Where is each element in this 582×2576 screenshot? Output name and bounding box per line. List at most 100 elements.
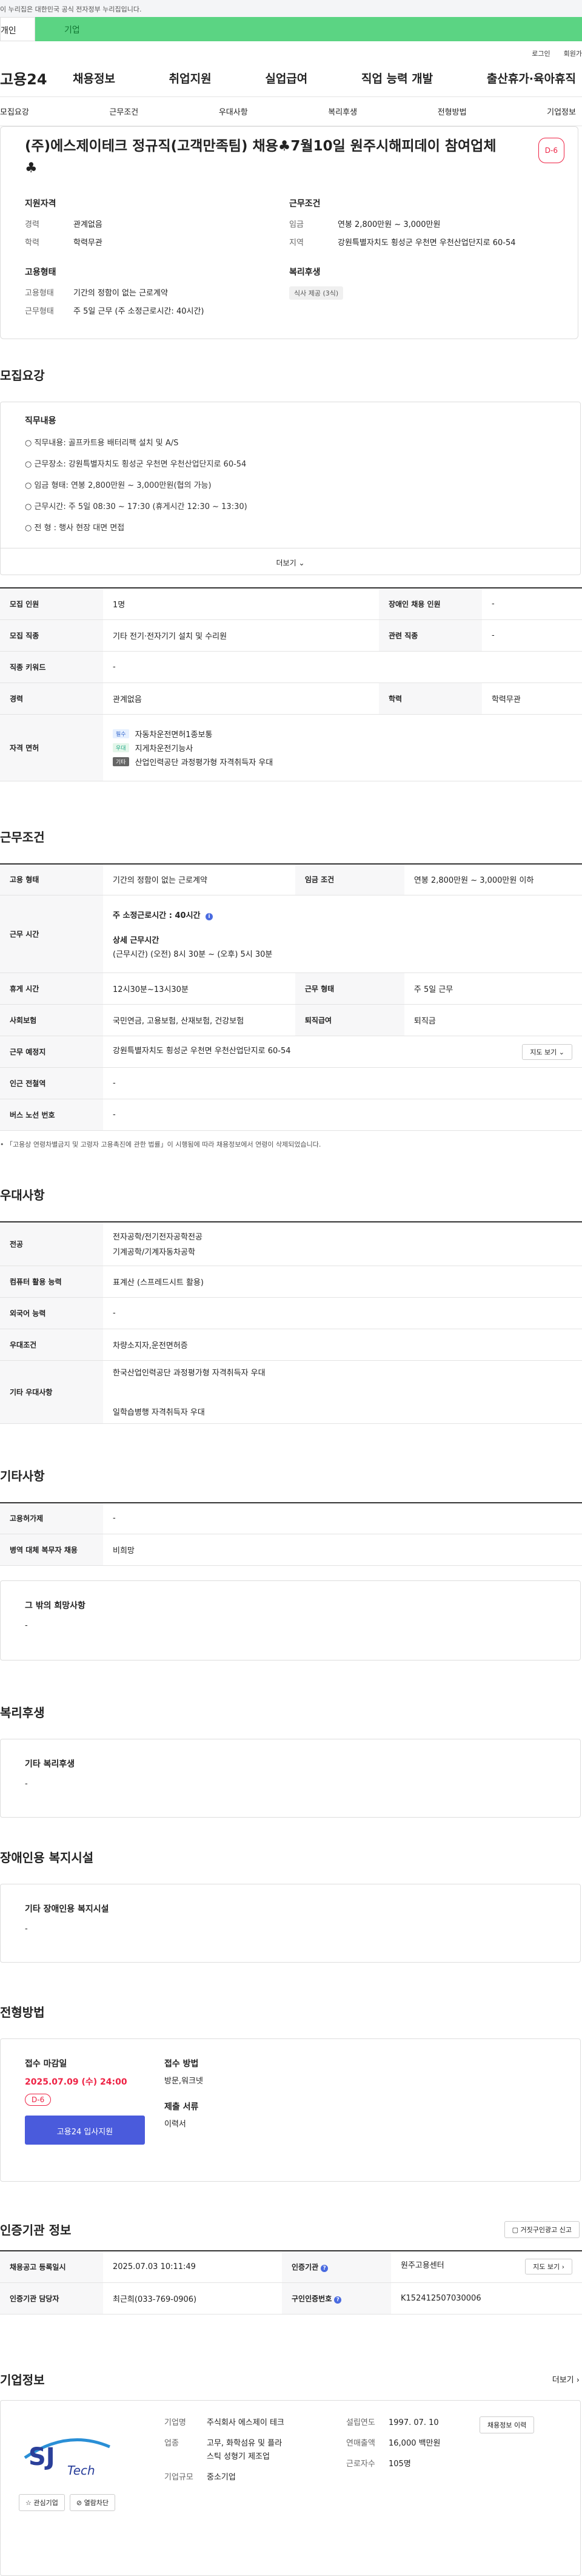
work-table: 고용 형태 기간의 정함이 없는 근로계약 임금 조건 연봉 2,800만원 ~ 3,… [0, 863, 582, 1131]
cell-value: 기타 전기·전자기기 설치 및 수리원 [103, 619, 379, 652]
section-title-welfare: 복리후생 [0, 1705, 45, 1720]
cell-value: 기간의 정함이 없는 근로계약 [103, 863, 295, 895]
cell-label: 컴퓨터 활용 능력 [0, 1266, 103, 1298]
info-value: 고무, 화학섬유 및 플라스틱 성형기 제조업 [207, 2438, 283, 2461]
login-link[interactable]: 로그인 [532, 49, 550, 59]
cell-label: 고용 형태 [0, 863, 103, 895]
age-note: • 「고용상 연령차별금지 및 고령자 고용촉진에 관한 법률」이 시행됨에 따… [0, 1141, 321, 1148]
section-link-work[interactable]: 근무조건 [109, 106, 138, 117]
cell-value: 학력무관 [481, 683, 582, 715]
cond-label: 임금 [289, 220, 304, 229]
method-heading: 접수 방법 [164, 2059, 199, 2069]
cell-label: 근무 형태 [295, 973, 404, 1005]
cell-value: 주 5일 근무 [404, 973, 582, 1005]
info-label: 근로자수 [346, 2459, 375, 2469]
cell-label: 구인인증번호? [282, 2282, 391, 2315]
major-item: 기계공학/기계자동차공학 [113, 1248, 195, 1258]
gnb-item-jobs[interactable]: 채용정보 [73, 70, 115, 86]
pref-table: 전공 전자공학/전기전자공학전공 기계공학/기계자동차공학 컴퓨터 활용 능력 표계산… [0, 1221, 582, 1424]
map-button[interactable]: 지도 보기 ⌄ [522, 1044, 572, 1060]
duty-line: ○ 임금 형태: 연봉 2,800만원 ~ 3,000만원(협의 가능) [25, 481, 212, 490]
report-button[interactable]: ▢ 거짓구인광고 신고 [504, 2220, 580, 2238]
more-button[interactable]: 더보기 ⌄ [1, 548, 580, 575]
major-item: 전자공학/전기전자공학전공 [113, 1233, 202, 1242]
info-icon[interactable]: ? [321, 2264, 329, 2272]
gnb-item-support[interactable]: 취업지원 [169, 70, 212, 86]
qual-label: 학력 [25, 238, 39, 248]
cond-label: 지역 [289, 238, 304, 248]
license-name: 자동차운전면허1종보통 [135, 730, 213, 740]
info-value: 105명 [389, 2459, 411, 2469]
section-title-disabled: 장애인용 복지시설 [0, 1850, 94, 1865]
recruit-table: 모집 인원 1명 장애인 채용 인원 - 모집 직종 기타 전기·전자기기 설치 및 수… [0, 587, 582, 781]
cell-label: 임금 조건 [295, 863, 404, 895]
welfare-heading: 기타 복리후생 [25, 1759, 75, 1769]
logo-text-sj: SJ [28, 2443, 55, 2471]
section-link-selection[interactable]: 전형방법 [438, 106, 467, 117]
cell-label: 자격 면허 [0, 714, 103, 781]
info-icon[interactable]: i [206, 913, 213, 920]
apply-button[interactable]: 고용24 입사지원 [25, 2116, 145, 2145]
cell-value: 연봉 2,800만원 ~ 3,000만원 이하 [404, 863, 582, 895]
section-link-company[interactable]: 기업정보 [547, 106, 576, 117]
site-logo[interactable]: 고용24 [0, 67, 73, 89]
wish-value: - [25, 1621, 28, 1630]
gnb-item-leave[interactable]: 출산휴가·육아휴직 [487, 70, 576, 86]
info-label: 기업명 [164, 2418, 186, 2427]
license-list: 필수 자동차운전면허1종보통 우대 지게차운전기능사 기타 산업인력공단 과정평가형 … [103, 714, 582, 781]
emp-value: 주 5일 근무 (주 소정근로시간: 40시간) [73, 307, 204, 316]
job-history-button[interactable]: 채용정보 이력 [480, 2416, 535, 2433]
major-cell: 전자공학/전기전자공학전공기계공학/기계자동차공학 [103, 1222, 582, 1266]
location-cell: 강원특별자치도 횡성군 우천면 우천산업단지로 60-54 지도 보기 ⌄ [103, 1036, 582, 1068]
cell-label: 기타 우대사항 [0, 1360, 103, 1424]
job-summary-card: (주)에스제이테크 정규직(고객만족팀) 채용♣7월10일 원주시해피데이 참여… [0, 126, 578, 339]
interest-button[interactable]: ☆ 관심기업 [19, 2493, 65, 2511]
license-badge: 기타 [113, 757, 129, 766]
tab-business[interactable]: 기업 [35, 17, 582, 41]
section-title-other: 기타사항 [0, 1468, 45, 1483]
section-link-welfare[interactable]: 복리후생 [328, 106, 357, 117]
hours-detail: (근무시간) (오전) 8시 30분 ~ (오후) 5시 30분 [113, 950, 273, 959]
cell-label: 인근 전철역 [0, 1067, 103, 1099]
cell-label: 외국어 능력 [0, 1297, 103, 1329]
cell-value: 최근희(033-769-0906) [103, 2282, 282, 2315]
tab-individual[interactable]: 개인 [0, 17, 35, 41]
wish-heading: 그 밖의 희망사항 [25, 1601, 85, 1611]
cell-value: 2025.07.03 10:11:49 [103, 2251, 282, 2283]
audience-tabs: 개인 기업 [0, 17, 582, 42]
org-value: 원주고용센터 [401, 2261, 444, 2271]
cell-label: 모집 인원 [0, 588, 103, 620]
info-icon[interactable]: ? [334, 2296, 342, 2304]
cell-value: 1명 [103, 588, 379, 620]
cond-value: 강원특별자치도 횡성군 우천면 우천산업단지로 60-54 [338, 238, 516, 248]
star-icon: ☆ [25, 2498, 32, 2507]
license-name: 지게차운전기능사 [135, 744, 193, 754]
gnb-item-training[interactable]: 직업 능력 개발 [361, 70, 433, 86]
info-value: 중소기업 [207, 2472, 236, 2482]
cell-label: 인증기관 담당자 [0, 2282, 103, 2315]
section-title-pref: 우대사항 [0, 1188, 45, 1202]
company-more-link[interactable]: 더보기 › [552, 2373, 580, 2385]
cell-value: K152412507030006 [391, 2282, 582, 2315]
section-link-pref[interactable]: 우대사항 [219, 106, 248, 117]
other-table: 고용허가제 - 병역 대체 복무자 채용 비희망 [0, 1502, 582, 1566]
info-value: 1997. 07. 10 [389, 2418, 439, 2427]
welfare-box: 기타 복리후생 - [0, 1739, 581, 1818]
dday-badge: D-6 [538, 138, 564, 163]
hours-cell: 주 소정근로시간 : 40시간 i 상세 근무시간 (근무시간) (오전) 8시… [103, 895, 582, 973]
map-button[interactable]: 지도 보기 › [525, 2259, 572, 2275]
cell-value: - [103, 1502, 582, 1534]
info-label: 설립연도 [346, 2418, 375, 2427]
duty-heading: 직무내용 [25, 416, 56, 426]
section-link-recruit[interactable]: 모집요강 [0, 106, 29, 117]
cell-label: 사회보험 [0, 1004, 103, 1036]
signup-link[interactable]: 회원가 [564, 49, 582, 59]
wish-box: 그 밖의 희망사항 - [0, 1580, 581, 1661]
block-button[interactable]: ⊘ 열람차단 [69, 2493, 116, 2511]
selection-box: 접수 마감일 2025.07.09 (수) 24:00 D-6 고용24 입사지… [0, 2038, 581, 2182]
cell-label: 모집 직종 [0, 619, 103, 652]
gnb-item-unemployment[interactable]: 실업급여 [265, 70, 307, 86]
chevron-down-icon: ⌄ [298, 559, 305, 567]
cell-value: - [103, 1099, 582, 1131]
deadline-date: 2025.07.09 (수) 24:00 [25, 2077, 127, 2087]
